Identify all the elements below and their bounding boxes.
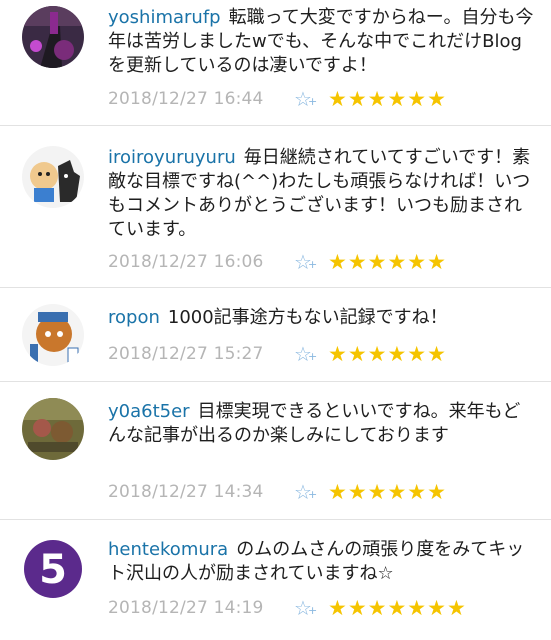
comment-meta: 2018/12/27 15:27 ☆ + ★★★★★★ bbox=[108, 340, 447, 368]
add-star-icon[interactable]: ☆ + bbox=[294, 87, 328, 111]
comment-username[interactable]: y0a6t5er bbox=[108, 401, 190, 422]
star-rating: ★★★★★★★ bbox=[328, 596, 467, 620]
comment-date: 2018/12/27 15:27 bbox=[108, 344, 264, 364]
comment-meta: 2018/12/27 14:19 ☆ + ★★★★★★★ bbox=[108, 594, 467, 622]
number-five-avatar-icon[interactable]: 5 bbox=[22, 538, 84, 600]
comment-username[interactable]: ropon bbox=[108, 307, 160, 328]
comment-item: ropon 1000記事途方もない記録ですね！ 2018/12/27 15:27 … bbox=[0, 288, 551, 382]
comment-date: 2018/12/27 14:19 bbox=[108, 598, 264, 618]
comment-date: 2018/12/27 16:06 bbox=[108, 252, 264, 272]
comment-item: y0a6t5er 目標実現できるといいですね。来年もどんな記事が出るのか楽しみにし… bbox=[0, 382, 551, 520]
comment-username[interactable]: yoshimarufp bbox=[108, 7, 221, 28]
star-rating: ★★★★★★ bbox=[328, 250, 447, 274]
star-rating: ★★★★★★ bbox=[328, 480, 447, 504]
comment-item: yoshimarufp 転職って大変ですからねー。自分も今年は苦労しましたwでも、… bbox=[0, 0, 551, 126]
star-rating: ★★★★★★ bbox=[328, 87, 447, 111]
star-rating: ★★★★★★ bbox=[328, 342, 447, 366]
svg-text:5: 5 bbox=[39, 547, 67, 593]
comment-item: iroiroyuruyuru 毎日継続されていてすごいです！素敵な目標ですね(^^… bbox=[0, 126, 551, 288]
comment-username[interactable]: hentekomura bbox=[108, 539, 228, 560]
photo-avatar-icon[interactable] bbox=[22, 398, 84, 460]
add-star-icon[interactable]: ☆ + bbox=[294, 480, 328, 504]
guitar-avatar-icon[interactable] bbox=[22, 6, 84, 68]
comment-date: 2018/12/27 14:34 bbox=[108, 482, 264, 502]
comment-username[interactable]: iroiroyuruyuru bbox=[108, 147, 236, 168]
add-star-icon[interactable]: ☆ + bbox=[294, 342, 328, 366]
comment-item: 5 hentekomura のムのムさんの頑張り度をみてキット沢山の人が励まされて… bbox=[0, 520, 551, 640]
comment-text: 1000記事途方もない記録ですね！ bbox=[167, 307, 448, 328]
add-star-icon[interactable]: ☆ + bbox=[294, 596, 328, 620]
cartoon-creature-avatar-icon[interactable] bbox=[22, 304, 84, 366]
comment-meta: 2018/12/27 14:34 ☆ + ★★★★★★ bbox=[108, 478, 447, 506]
add-star-icon[interactable]: ☆ + bbox=[294, 250, 328, 274]
comment-meta: 2018/12/27 16:44 ☆ + ★★★★★★ bbox=[108, 85, 447, 113]
comment-date: 2018/12/27 16:44 bbox=[108, 89, 264, 109]
comment-list: yoshimarufp 転職って大変ですからねー。自分も今年は苦労しましたwでも、… bbox=[0, 0, 551, 640]
comment-meta: 2018/12/27 16:06 ☆ + ★★★★★★ bbox=[108, 248, 447, 276]
cartoon-characters-avatar-icon[interactable] bbox=[22, 146, 84, 208]
